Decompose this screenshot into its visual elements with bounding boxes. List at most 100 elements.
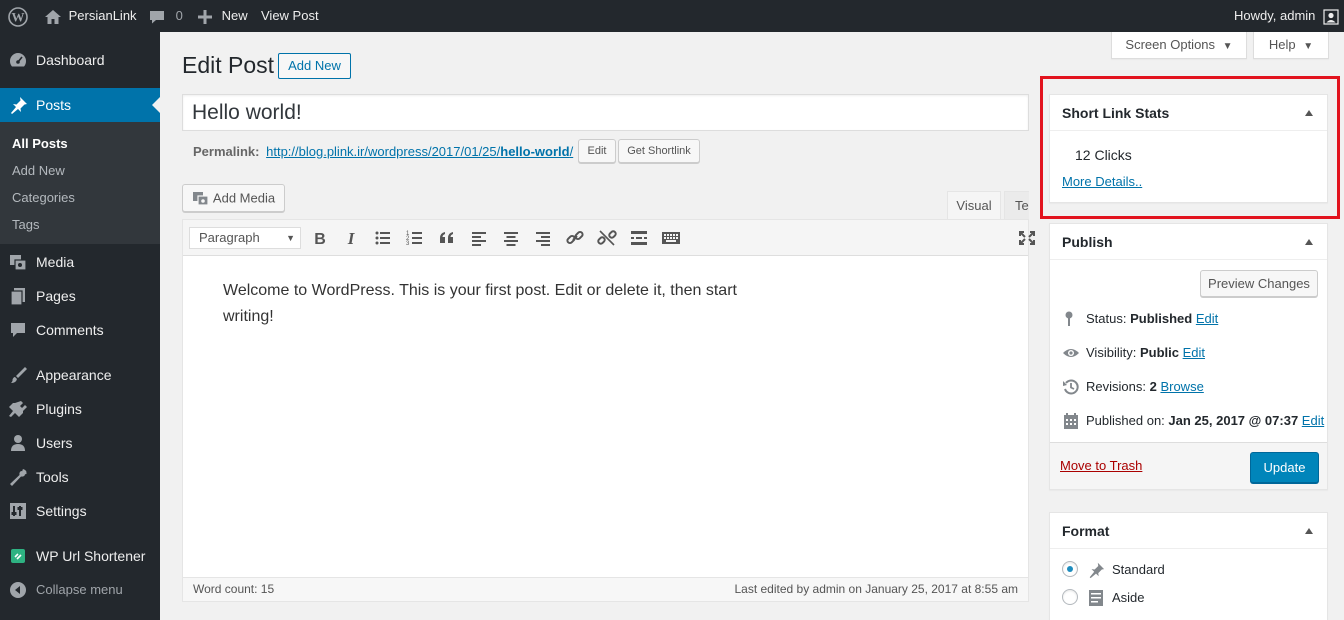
align-right-icon[interactable] <box>533 229 553 247</box>
bulleted-list-icon[interactable] <box>373 229 393 247</box>
edit-visibility-link[interactable]: Edit <box>1183 345 1205 360</box>
visibility-label: Visibility: <box>1086 345 1137 360</box>
add-media-button[interactable]: Add Media <box>182 184 285 212</box>
revisions-clock-icon <box>1063 379 1079 395</box>
help-tab[interactable]: Help ▼ <box>1253 32 1329 59</box>
wordpress-logo-icon[interactable]: W <box>8 0 28 32</box>
format-aside-label: Aside <box>1112 590 1145 605</box>
screen-options-tab[interactable]: Screen Options ▼ <box>1111 32 1247 59</box>
move-to-trash-link[interactable]: Move to Trash <box>1060 458 1142 473</box>
sidebar-label: Users <box>36 435 73 451</box>
plus-icon <box>198 9 212 24</box>
new-label: New <box>221 8 248 23</box>
toggle-arrow-icon[interactable] <box>1305 528 1313 534</box>
format-standard-radio[interactable] <box>1062 561 1078 577</box>
howdy-user-link[interactable]: Howdy, admin <box>1234 0 1339 32</box>
shortener-plugin-icon <box>11 549 25 563</box>
comment-bubble-icon <box>11 323 25 337</box>
sidebar-item-comments[interactable]: Comments <box>0 313 160 347</box>
sidebar-label: Media <box>36 254 75 270</box>
permalink-link[interactable]: http://blog.plink.ir/wordpress/2017/01/2… <box>266 144 573 159</box>
format-select[interactable]: Paragraph ▼ <box>189 227 301 249</box>
bold-icon[interactable]: B <box>310 229 330 247</box>
submenu-categories[interactable]: Categories <box>12 190 75 205</box>
get-shortlink-button[interactable]: Get Shortlink <box>618 139 700 163</box>
preview-changes-button[interactable]: Preview Changes <box>1200 270 1318 297</box>
sidebar-item-users[interactable]: Users <box>0 426 160 460</box>
word-count: Word count: 15 <box>193 582 275 596</box>
remove-link-icon[interactable] <box>597 229 617 247</box>
submenu-tags[interactable]: Tags <box>12 217 39 232</box>
tab-text[interactable]: Text <box>1004 191 1029 220</box>
editor-content-area[interactable]: Welcome to WordPress. This is your first… <box>223 278 783 330</box>
postbox-header[interactable]: Publish <box>1050 224 1327 260</box>
active-indicator <box>152 97 160 113</box>
sidebar-item-settings[interactable]: Settings <box>0 494 160 528</box>
collapse-menu-button[interactable]: Collapse menu <box>0 573 160 607</box>
tab-visual[interactable]: Visual <box>947 191 1001 220</box>
caret-down-icon: ▼ <box>1303 41 1314 52</box>
format-box: Format Standard Aside <box>1049 512 1328 620</box>
insert-link-icon[interactable] <box>565 229 585 247</box>
format-aside-radio[interactable] <box>1062 589 1078 605</box>
toggle-arrow-icon[interactable] <box>1305 239 1313 245</box>
view-post-link[interactable]: View Post <box>261 0 319 32</box>
user-icon <box>11 435 25 451</box>
sidebar-item-appearance[interactable]: Appearance <box>0 358 160 392</box>
numbered-list-icon[interactable]: 123 <box>405 229 425 247</box>
calendar-icon <box>1064 413 1078 429</box>
pushpin-icon <box>1089 562 1105 579</box>
svg-text:W: W <box>12 9 25 24</box>
site-name: PersianLink <box>68 8 137 23</box>
read-more-icon[interactable] <box>629 229 649 247</box>
format-select-value: Paragraph <box>199 230 260 245</box>
edit-permalink-button[interactable]: Edit <box>578 139 616 163</box>
toolbar-toggle-icon[interactable] <box>661 229 681 247</box>
align-left-icon[interactable] <box>469 229 489 247</box>
screen-options-label: Screen Options <box>1125 37 1216 52</box>
new-content-link[interactable]: New <box>197 0 248 32</box>
post-title-input[interactable]: Hello world! <box>182 94 1029 131</box>
browse-revisions-link[interactable]: Browse <box>1160 379 1203 394</box>
sidebar-item-posts[interactable]: Posts <box>0 88 160 122</box>
media-icon <box>10 255 27 271</box>
sidebar-label: Posts <box>36 97 72 113</box>
avatar <box>1323 8 1339 25</box>
submenu-all-posts[interactable]: All Posts <box>12 136 68 151</box>
edit-status-link[interactable]: Edit <box>1196 311 1218 326</box>
blockquote-icon[interactable] <box>437 229 457 247</box>
fullscreen-icon[interactable] <box>1017 229 1037 247</box>
update-button[interactable]: Update <box>1250 452 1319 483</box>
wrench-icon <box>10 469 27 486</box>
add-media-label: Add Media <box>212 190 276 206</box>
sidebar-item-wp-url-shortener[interactable]: WP Url Shortener <box>0 539 160 573</box>
caret-down-icon: ▼ <box>286 233 295 243</box>
sidebar-label: Appearance <box>36 367 112 383</box>
revisions-value: 2 <box>1149 379 1157 394</box>
published-label: Published on: <box>1086 413 1165 428</box>
permalink-tail: / <box>569 144 574 159</box>
italic-icon[interactable]: I <box>341 229 361 247</box>
status-label: Status: <box>1086 311 1127 326</box>
align-center-icon[interactable] <box>501 229 521 247</box>
sidebar-item-plugins[interactable]: Plugins <box>0 392 160 426</box>
sidebar-item-pages[interactable]: Pages <box>0 279 160 313</box>
sidebar-item-tools[interactable]: Tools <box>0 460 160 494</box>
highlight-box <box>1040 76 1340 219</box>
add-new-button[interactable]: Add New <box>278 53 351 79</box>
site-name-link[interactable]: PersianLink <box>44 0 137 32</box>
postbox-header[interactable]: Format <box>1050 513 1327 549</box>
edit-date-link[interactable]: Edit <box>1302 413 1324 428</box>
svg-text:I: I <box>347 229 356 247</box>
sidebar-item-media[interactable]: Media <box>0 245 160 279</box>
comments-link[interactable]: 0 <box>148 0 183 32</box>
pages-icon <box>10 288 25 305</box>
eye-icon <box>1063 349 1079 357</box>
major-publishing-actions: Move to Trash Update <box>1050 442 1327 489</box>
postbox-title: Publish <box>1062 234 1113 250</box>
published-value: Jan 25, 2017 @ 07:37 <box>1168 413 1299 428</box>
submenu-add-new[interactable]: Add New <box>12 163 65 178</box>
sidebar-label: Tools <box>36 469 69 485</box>
last-edited: Last edited by admin on January 25, 2017… <box>734 582 1018 596</box>
sidebar-item-dashboard[interactable]: Dashboard <box>0 43 160 77</box>
